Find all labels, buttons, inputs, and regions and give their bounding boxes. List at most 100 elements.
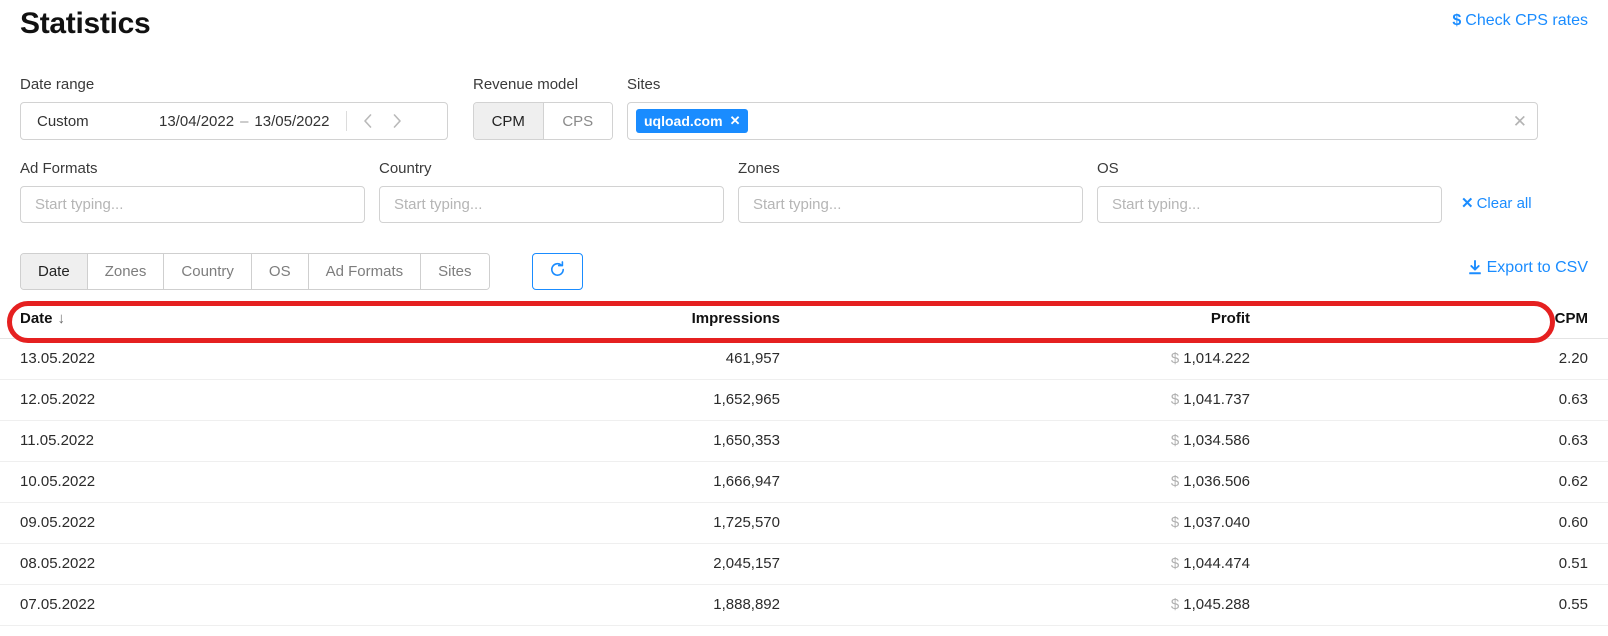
- date-range-label: Date range: [20, 76, 95, 93]
- tab-os[interactable]: OS: [251, 254, 309, 289]
- site-chip[interactable]: uqload.com ✕: [636, 109, 749, 133]
- zones-input[interactable]: Start typing...: [738, 186, 1083, 223]
- date-range-end: 13/05/2022: [254, 112, 330, 130]
- table-row[interactable]: 12.05.2022 1,652,965 $1,041.737 0.63: [0, 379, 1608, 421]
- table-row[interactable]: 07.05.2022 1,888,892 $1,045.288 0.55: [0, 584, 1608, 626]
- close-icon[interactable]: ✕: [730, 113, 741, 129]
- cell-profit-value: 1,014.222: [1183, 350, 1250, 367]
- cell-date: 11.05.2022: [0, 420, 420, 462]
- os-input[interactable]: Start typing...: [1097, 186, 1442, 223]
- revenue-model-label: Revenue model: [473, 76, 579, 93]
- cell-date: 08.05.2022: [0, 543, 420, 585]
- cell-date: 07.05.2022: [0, 584, 420, 626]
- tab-zones[interactable]: Zones: [87, 254, 165, 289]
- ad-formats-label: Ad Formats: [20, 160, 98, 177]
- table-row[interactable]: 10.05.2022 1,666,947 $1,036.506 0.62: [0, 461, 1608, 503]
- date-range-arrows: [353, 106, 413, 136]
- cell-profit: $1,041.737: [800, 379, 1270, 421]
- table-header-row: Date ↓ Impressions Profit CPM: [0, 300, 1608, 339]
- currency-symbol: $: [1170, 514, 1180, 531]
- column-header-date[interactable]: Date ↓: [0, 300, 420, 339]
- cell-profit: $1,014.222: [800, 338, 1270, 380]
- refresh-icon: [549, 260, 566, 283]
- cell-profit-value: 1,041.737: [1183, 391, 1250, 408]
- chevron-right-icon[interactable]: [383, 106, 413, 136]
- cell-impressions: 1,888,892: [420, 584, 800, 626]
- currency-symbol: $: [1170, 432, 1180, 449]
- cell-cpm: 0.55: [1270, 584, 1608, 626]
- date-range-start: 13/04/2022: [159, 112, 235, 130]
- zones-placeholder: Start typing...: [753, 196, 842, 213]
- sites-label: Sites: [627, 76, 661, 93]
- country-input[interactable]: Start typing...: [379, 186, 724, 223]
- date-range-preset[interactable]: Custom: [21, 113, 159, 130]
- tab-date[interactable]: Date: [21, 254, 88, 289]
- clear-all-button[interactable]: ✕ Clear all: [1461, 194, 1532, 212]
- cell-impressions: 461,957: [420, 338, 800, 380]
- currency-symbol: $: [1170, 350, 1180, 367]
- column-header-date-label: Date: [20, 310, 53, 328]
- table-row[interactable]: 11.05.2022 1,650,353 $1,034.586 0.63: [0, 420, 1608, 462]
- tab-sites[interactable]: Sites: [421, 254, 489, 289]
- clear-all-label: Clear all: [1476, 195, 1532, 212]
- statistics-page: Statistics $ Check CPS rates Date range R…: [0, 0, 1608, 636]
- cell-profit-value: 1,044.474: [1183, 555, 1250, 572]
- tab-country[interactable]: Country: [164, 254, 252, 289]
- country-label: Country: [379, 160, 432, 177]
- cell-cpm: 2.20: [1270, 338, 1608, 380]
- revenue-model-option-cpm[interactable]: CPM: [474, 103, 544, 139]
- group-by-tabs[interactable]: Date Zones Country OS Ad Formats Sites: [20, 253, 490, 290]
- cell-cpm: 0.63: [1270, 420, 1608, 462]
- sort-desc-icon: ↓: [57, 310, 66, 328]
- export-to-csv-button[interactable]: Export to CSV: [1468, 259, 1588, 277]
- cell-impressions: 1,725,570: [420, 502, 800, 544]
- export-to-csv-label: Export to CSV: [1486, 259, 1588, 276]
- divider: [345, 111, 347, 131]
- cell-cpm: 0.63: [1270, 379, 1608, 421]
- column-header-impressions[interactable]: Impressions: [420, 300, 800, 339]
- cell-impressions: 2,045,157: [420, 543, 800, 585]
- date-range-picker[interactable]: Custom 13/04/2022–13/05/2022: [20, 102, 448, 140]
- os-label: OS: [1097, 160, 1119, 177]
- country-placeholder: Start typing...: [394, 196, 483, 213]
- table-row[interactable]: 13.05.2022 461,957 $1,014.222 2.20: [0, 338, 1608, 380]
- clear-sites-icon[interactable]: ✕: [1513, 113, 1529, 130]
- cell-cpm: 0.62: [1270, 461, 1608, 503]
- chevron-left-icon[interactable]: [353, 106, 383, 136]
- tab-ad-formats[interactable]: Ad Formats: [308, 254, 422, 289]
- cell-profit: $1,036.506: [800, 461, 1270, 503]
- cell-profit: $1,037.040: [800, 502, 1270, 544]
- cell-impressions: 1,652,965: [420, 379, 800, 421]
- revenue-model-toggle[interactable]: CPM CPS: [473, 102, 613, 140]
- cell-profit-value: 1,045.288: [1183, 596, 1250, 613]
- ad-formats-input[interactable]: Start typing...: [20, 186, 365, 223]
- currency-symbol: $: [1170, 391, 1180, 408]
- currency-symbol: $: [1170, 473, 1180, 490]
- revenue-model-option-cps[interactable]: CPS: [543, 103, 612, 139]
- check-cps-rates-label: Check CPS rates: [1465, 12, 1588, 29]
- table-row[interactable]: 09.05.2022 1,725,570 $1,037.040 0.60: [0, 502, 1608, 544]
- site-chip-label: uqload.com: [644, 113, 723, 129]
- refresh-button[interactable]: [532, 253, 583, 290]
- sites-multiselect[interactable]: uqload.com ✕ ✕: [627, 102, 1538, 140]
- zones-label: Zones: [738, 160, 780, 177]
- column-header-cpm[interactable]: CPM: [1270, 300, 1608, 339]
- cell-impressions: 1,650,353: [420, 420, 800, 462]
- date-range-values[interactable]: 13/04/2022–13/05/2022: [159, 113, 330, 130]
- cell-profit-value: 1,036.506: [1183, 473, 1250, 490]
- cell-profit-value: 1,034.586: [1183, 432, 1250, 449]
- currency-symbol: $: [1170, 555, 1180, 572]
- cell-date: 12.05.2022: [0, 379, 420, 421]
- table-row[interactable]: 08.05.2022 2,045,157 $1,044.474 0.51: [0, 543, 1608, 585]
- table-body: 13.05.2022 461,957 $1,014.222 2.20 12.05…: [0, 338, 1608, 626]
- os-placeholder: Start typing...: [1112, 196, 1201, 213]
- column-header-profit[interactable]: Profit: [800, 300, 1270, 339]
- check-cps-rates-link[interactable]: $ Check CPS rates: [1452, 10, 1588, 32]
- page-title: Statistics: [20, 7, 151, 40]
- statistics-table: Date ↓ Impressions Profit CPM 13.05.2022 …: [0, 300, 1608, 626]
- download-icon: [1468, 260, 1482, 276]
- date-range-dash: –: [240, 112, 249, 130]
- cell-date: 13.05.2022: [0, 338, 420, 380]
- cell-profit: $1,045.288: [800, 584, 1270, 626]
- dollar-icon: $: [1452, 12, 1462, 29]
